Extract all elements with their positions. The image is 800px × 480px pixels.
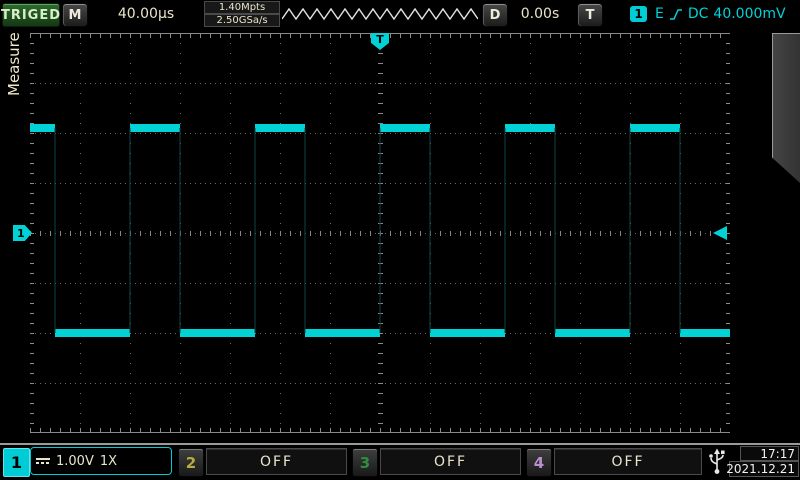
trigger-settings-readout: E DC 40.000mV (655, 3, 786, 25)
channel2-key[interactable]: 2 (178, 448, 204, 477)
channel1-scale-readout: 1.00V (56, 454, 94, 469)
rising-edge-icon (669, 8, 683, 21)
timebase-readout: 40.00μs (100, 3, 192, 25)
trigger-level-readout: 40.000mV (713, 6, 785, 22)
sample-rate-readout: 2.50GSa/s (204, 14, 280, 27)
delay-menu-key[interactable]: D (482, 3, 508, 27)
measure-side-tab[interactable] (772, 33, 800, 183)
usb-icon (706, 448, 728, 476)
horizontal-menu-key[interactable]: M (62, 3, 88, 27)
trigger-coupling-label: DC (688, 6, 709, 22)
channel1-waveform-trace (30, 33, 730, 433)
memory-depth-readout: 1.40Mpts (204, 1, 280, 14)
clock-time: 17:17 (740, 446, 799, 461)
oscilloscope-screen: TRIGED M 40.00μs 1.40Mpts 2.50GSa/s D 0.… (0, 0, 800, 480)
channel1-probe-readout: 1X (100, 454, 117, 469)
measure-tab-label[interactable]: Measure (0, 14, 28, 114)
channel3-key[interactable]: 3 (352, 448, 378, 477)
clock-date: 2021.12.21 (729, 461, 799, 477)
trigger-source-label: E (655, 6, 664, 22)
acquisition-readout: 1.40Mpts 2.50GSa/s (204, 1, 280, 27)
bottom-separator-line (0, 443, 800, 445)
trigger-source-channel-badge: 1 (630, 6, 647, 22)
trigger-menu-key[interactable]: T (577, 3, 603, 27)
waveform-graticule: T (30, 33, 730, 433)
channel1-badge[interactable]: 1 (3, 448, 30, 477)
channel1-settings-box[interactable]: 1.00V 1X (30, 447, 172, 475)
channel-status-bar: 1 1.00V 1X 2 OFF 3 OFF 4 OFF 17:17 2021. (0, 447, 800, 478)
horizontal-offset-readout: 0.00s (508, 3, 572, 25)
top-status-bar: TRIGED M 40.00μs 1.40Mpts 2.50GSa/s D 0.… (0, 0, 800, 28)
channel4-status-box[interactable]: OFF (554, 448, 702, 475)
channel3-status-box[interactable]: OFF (380, 448, 521, 475)
channel4-key[interactable]: 4 (526, 448, 552, 477)
channel2-status-box[interactable]: OFF (206, 448, 347, 475)
dc-coupling-icon (36, 458, 50, 464)
memory-position-waveform-strip (282, 6, 478, 22)
